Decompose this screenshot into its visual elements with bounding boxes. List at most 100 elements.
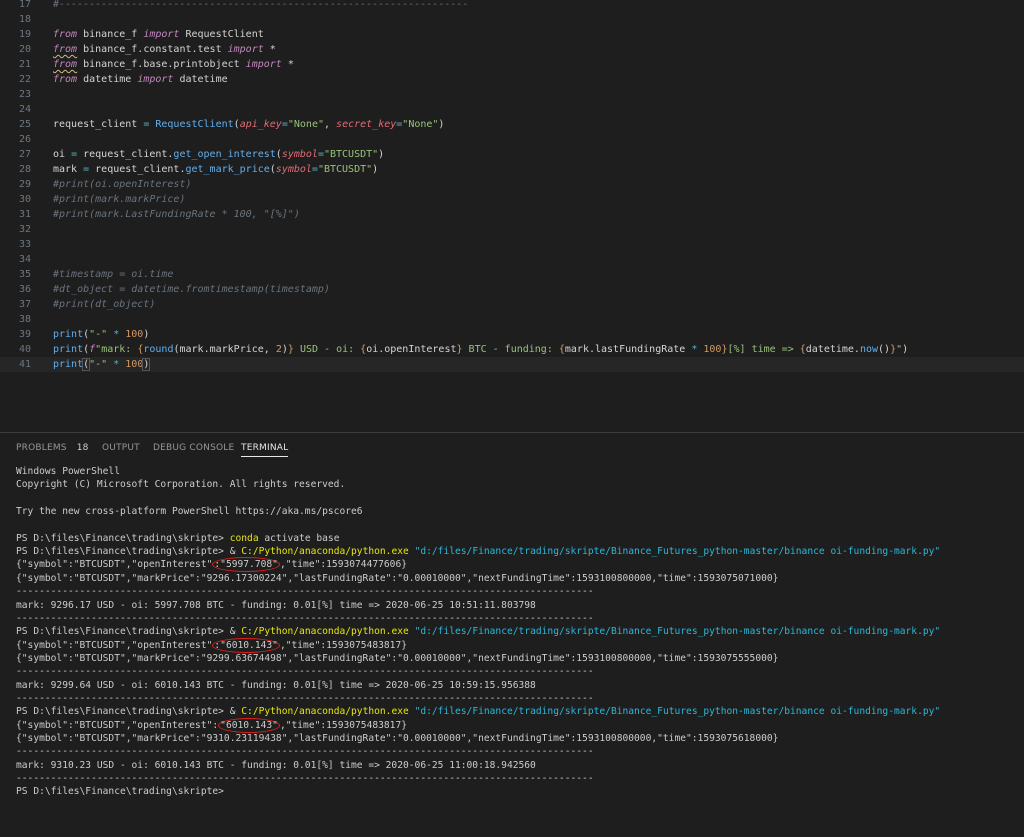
terminal-text: Copyright (C) Microsoft Corporation. All… (16, 479, 346, 491)
terminal-text: ----------------------------------------… (16, 586, 594, 598)
terminal-command-line: PS D:\files\Finance\trading\skripte> & C… (16, 705, 1016, 718)
string: "-" (89, 359, 114, 370)
comment: #print(oi.openInterest) (53, 179, 192, 190)
terminal-text: ,"time":1593075483817} (279, 639, 408, 651)
code-line: 35 #timestamp = oi.time (0, 267, 1024, 282)
tab-debug-console[interactable]: DEBUG CONSOLE (153, 443, 234, 453)
terminal-output-line: ----------------------------------------… (16, 772, 1016, 785)
variable: request_client (53, 119, 144, 130)
comment: #dt_object = datetime.fromtimestamp(time… (53, 284, 330, 295)
terminal-command: C:/Python/anaconda/python.exe (241, 626, 409, 638)
line-number: 22 (18, 74, 31, 85)
import-name: * (263, 44, 276, 55)
code-content: #timestamp = oi.time (53, 267, 173, 282)
paren: ) (902, 344, 909, 355)
line-number: 35 (18, 269, 31, 280)
terminal-command-line: PS D:\files\Finance\trading\skripte> con… (16, 532, 1016, 545)
parameter: symbol (281, 149, 318, 160)
line-number: 39 (18, 329, 31, 340)
terminal-prompt: PS D:\files\Finance\trading\skripte> (16, 626, 230, 638)
tab-label: DEBUG CONSOLE (153, 443, 235, 453)
terminal-text: {"symbol":"BTCUSDT","markPrice":"9296.17… (16, 572, 779, 584)
terminal-operator: & (229, 546, 242, 558)
code-token: mark.lastFundingRate (564, 344, 692, 355)
terminal-text: {"symbol":"BTCUSDT","openInterest": (16, 719, 219, 731)
terminal-text: Try the new cross-platform PowerShell ht… (16, 506, 363, 518)
terminal-output-line: {"symbol":"BTCUSDT","markPrice":"9299.63… (16, 652, 1016, 665)
code-line: 29 #print(oi.openInterest) (0, 177, 1024, 192)
panel-tabs: PROBLEMS 18 OUTPUT DEBUG CONSOLE TERMINAL (0, 433, 1024, 461)
code-editor[interactable]: 17 #-------------------------------------… (0, 0, 1024, 432)
keyword: import (137, 74, 174, 85)
terminal-output-line: ----------------------------------------… (16, 612, 1016, 625)
tab-problems[interactable]: PROBLEMS 18 (16, 443, 89, 453)
terminal-text: Windows PowerShell (16, 466, 120, 477)
terminal-text: PS D:\files\Finance\trading\skripte> (16, 786, 224, 798)
terminal-command: conda (229, 532, 259, 544)
line-number: 18 (18, 14, 31, 25)
terminal-output-line: mark: 9310.23 USD - oi: 6010.143 BTC - f… (16, 759, 1016, 772)
number: 100 (125, 359, 144, 370)
terminal-output-line: Try the new cross-platform PowerShell ht… (16, 505, 1016, 518)
line-number: 37 (18, 299, 31, 310)
paren: ) (438, 119, 445, 130)
tab-terminal[interactable]: TERMINAL (241, 443, 289, 457)
code-content: #print(oi.openInterest) (53, 177, 191, 192)
terminal-output-line: {"symbol":"BTCUSDT","openInterest":"6010… (16, 637, 1016, 653)
tab-label: PROBLEMS (16, 443, 67, 453)
terminal-output-line: ----------------------------------------… (16, 585, 1016, 598)
terminal-output-line: Copyright (C) Microsoft Corporation. All… (16, 478, 1016, 491)
terminal-args: "d:/files/Finance/trading/skripte/Binanc… (408, 706, 941, 718)
keyword: import (143, 29, 180, 40)
code-line: 33 (0, 237, 1024, 252)
code-content: mark = request_client.get_mark_price(sym… (53, 162, 378, 177)
terminal-text: ----------------------------------------… (16, 666, 594, 678)
terminal-text: ----------------------------------------… (16, 746, 594, 758)
terminal-text: {"symbol":"BTCUSDT","openInterest" (16, 639, 213, 651)
terminal-output-line: Windows PowerShell (16, 465, 1016, 478)
code-token: () (878, 344, 891, 355)
keyword: from (53, 44, 78, 55)
terminal-command-line: PS D:\files\Finance\trading\skripte> & C… (16, 625, 1016, 638)
string: "BTCUSDT" (323, 149, 379, 160)
import-name: datetime (173, 74, 228, 85)
terminal-text: ,"time":1593075483817} (279, 719, 408, 731)
function-name: print (53, 329, 84, 340)
code-line: 32 (0, 222, 1024, 237)
code-line: 36 #dt_object = datetime.fromtimestamp(ti… (0, 282, 1024, 297)
code-line: 17 #-------------------------------------… (0, 0, 1024, 12)
code-token: request_client. (77, 149, 174, 160)
red-annotation-circle: :"5997.708" (212, 557, 280, 573)
keyword: from (53, 59, 78, 70)
code-line: 31 #print(mark.LastFundingRate * 100, "[%… (0, 207, 1024, 222)
operator: * (107, 329, 126, 340)
keyword: import (227, 44, 264, 55)
terminal-command: C:/Python/anaconda/python.exe (241, 706, 409, 718)
code-content: from binance_f.constant.test import * (53, 42, 276, 57)
tab-output[interactable]: OUTPUT (102, 443, 140, 453)
module-name: binance_f.constant.test (77, 44, 228, 55)
code-line: 22 from datetime import datetime (0, 72, 1024, 87)
variable: mark (53, 164, 84, 175)
terminal-text: {"symbol":"BTCUSDT","markPrice":"9299.63… (16, 652, 779, 664)
terminal-prompt: PS D:\files\Finance\trading\skripte> (16, 532, 230, 544)
string: BTC - funding: (462, 344, 559, 355)
code-content: print(f"mark: {round(mark.markPrice, 2)}… (53, 342, 908, 357)
red-annotation-circle: "6010.143" (218, 717, 280, 733)
line-number: 17 (18, 0, 31, 10)
terminal-output-line: ----------------------------------------… (16, 665, 1016, 678)
string: "-" (89, 329, 108, 340)
code-line: 23 (0, 87, 1024, 102)
code-content: request_client = RequestClient(api_key="… (53, 117, 444, 132)
terminal-prompt: PS D:\files\Finance\trading\skripte> (16, 706, 230, 718)
code-line: 24 (0, 102, 1024, 117)
terminal-output-line: mark: 9296.17 USD - oi: 5997.708 BTC - f… (16, 599, 1016, 612)
code-line: 25 request_client = RequestClient(api_key… (0, 117, 1024, 132)
line-number: 28 (18, 164, 31, 175)
function-name: print (53, 344, 84, 355)
line-number: 21 (18, 59, 31, 70)
function-name: get_open_interest (173, 149, 276, 160)
line-number: 24 (18, 104, 31, 115)
import-name: RequestClient (179, 29, 264, 40)
terminal-text: ----------------------------------------… (16, 773, 594, 785)
